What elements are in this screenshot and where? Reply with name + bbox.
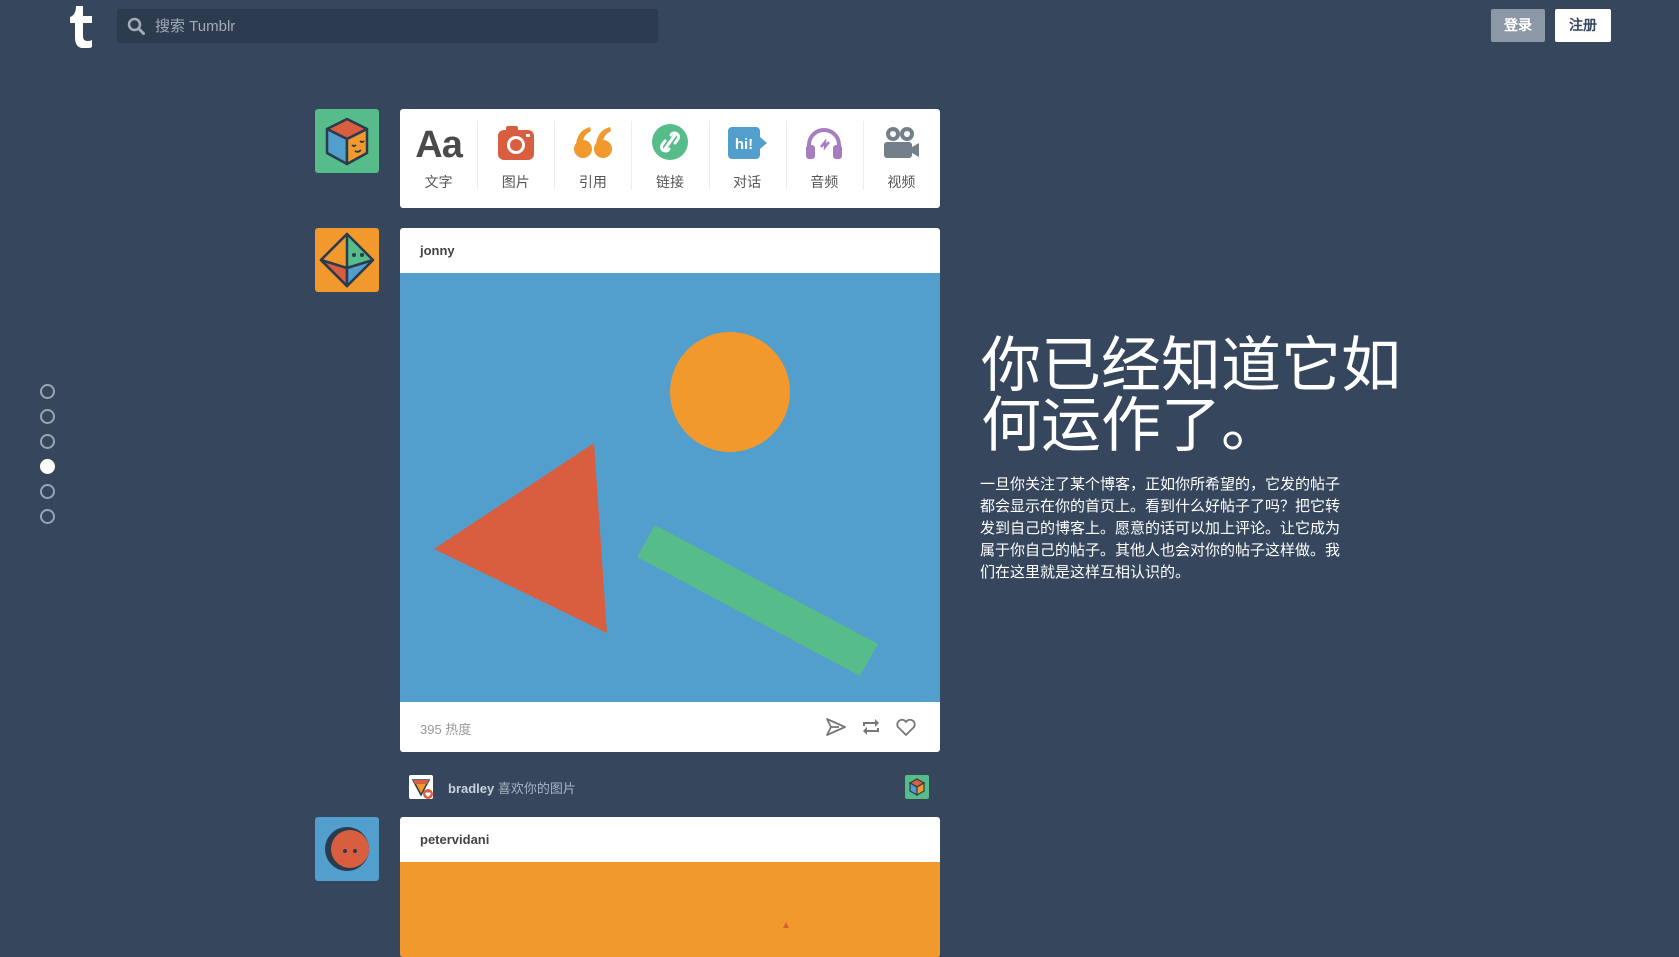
search-input[interactable] — [155, 9, 645, 43]
search-icon — [127, 17, 145, 35]
red-triangle-shape — [434, 443, 607, 633]
post-type-label: 对话 — [733, 174, 762, 190]
post-type-label: 链接 — [655, 174, 684, 190]
login-button[interactable]: 登录 — [1491, 9, 1545, 42]
post-type-label: 音频 — [810, 174, 839, 190]
description: 一旦你关注了某个博客，正如你所希望的，它发的帖子都会显示在你的首页上。看到什么好… — [980, 476, 1341, 581]
author-avatar-jonny[interactable] — [315, 228, 379, 292]
signup-button[interactable]: 注册 — [1555, 9, 1611, 42]
post-card-jonny: jonny 395 热度 — [400, 228, 940, 752]
post-type-label: 视频 — [887, 174, 916, 190]
camera-icon — [497, 126, 534, 160]
post-type-audio[interactable]: 音频 — [785, 109, 863, 208]
post-type-chat[interactable]: hi! 对话 — [708, 109, 786, 208]
like-heart-icon[interactable] — [895, 716, 917, 738]
tumblr-logo-icon — [70, 6, 92, 49]
post-footer: 395 热度 — [400, 702, 940, 752]
moon-avatar-icon — [325, 827, 369, 871]
user-avatar-cube[interactable] — [315, 109, 379, 173]
post-type-label: 图片 — [501, 174, 530, 190]
chat-icon-text: hi! — [735, 136, 753, 153]
chat-icon: hi! — [728, 127, 768, 159]
share-icon[interactable] — [825, 716, 847, 738]
slide-dot-2[interactable] — [40, 409, 55, 424]
post-type-link[interactable]: 链接 — [631, 109, 708, 208]
post-image-shape — [783, 922, 789, 928]
video-camera-icon — [884, 127, 920, 158]
headline: 你已经知道它如何运作了。 — [981, 331, 1401, 461]
post-type-composer: Aa 文字 图片 引用 链接 hi! 对话 音频 视频 — [400, 109, 940, 208]
tumblr-logo[interactable] — [64, 4, 100, 49]
post-type-label: 引用 — [578, 174, 607, 190]
quote-icon — [573, 127, 612, 158]
post-notes-count[interactable]: 395 热度 — [420, 719, 471, 738]
notification-action: 喜欢你的图片 — [497, 781, 576, 796]
headphones-icon — [806, 128, 843, 159]
slide-pagination — [40, 384, 55, 534]
abstract-shapes-image — [434, 332, 878, 676]
post-type-quote[interactable]: 引用 — [554, 109, 631, 208]
slide-dot-5[interactable] — [40, 484, 55, 499]
cube-avatar-icon — [325, 117, 369, 166]
slide-dot-1[interactable] — [40, 384, 55, 399]
post-author[interactable]: jonny — [400, 228, 940, 273]
post-image[interactable] — [400, 862, 940, 957]
text-icon: Aa — [415, 124, 463, 166]
slide-dot-6[interactable] — [40, 509, 55, 524]
slide-dot-3[interactable] — [40, 434, 55, 449]
own-avatar-small-icon[interactable] — [905, 775, 929, 799]
post-type-label: 文字 — [424, 174, 453, 190]
post-type-photo[interactable]: 图片 — [477, 109, 554, 208]
link-icon — [651, 124, 688, 160]
reblog-icon[interactable] — [860, 716, 882, 738]
post-card-petervidani: petervidani — [400, 817, 940, 957]
orange-circle-shape — [670, 332, 790, 452]
diamond-avatar-icon — [319, 232, 375, 288]
notification-user[interactable]: bradley — [448, 781, 494, 796]
bradley-avatar-icon[interactable] — [409, 775, 433, 799]
post-type-text[interactable]: Aa 文字 — [400, 109, 477, 208]
post-type-video[interactable]: 视频 — [862, 109, 940, 208]
notification-text: bradley 喜欢你的图片 — [448, 778, 576, 797]
post-author[interactable]: petervidani — [400, 817, 940, 862]
slide-dot-4-active[interactable] — [40, 459, 55, 474]
like-notification: bradley 喜欢你的图片 — [409, 772, 929, 802]
green-bar-shape — [637, 525, 878, 676]
author-avatar-petervidani[interactable] — [315, 817, 379, 881]
post-image[interactable] — [400, 273, 940, 702]
search-bar[interactable] — [117, 9, 658, 43]
